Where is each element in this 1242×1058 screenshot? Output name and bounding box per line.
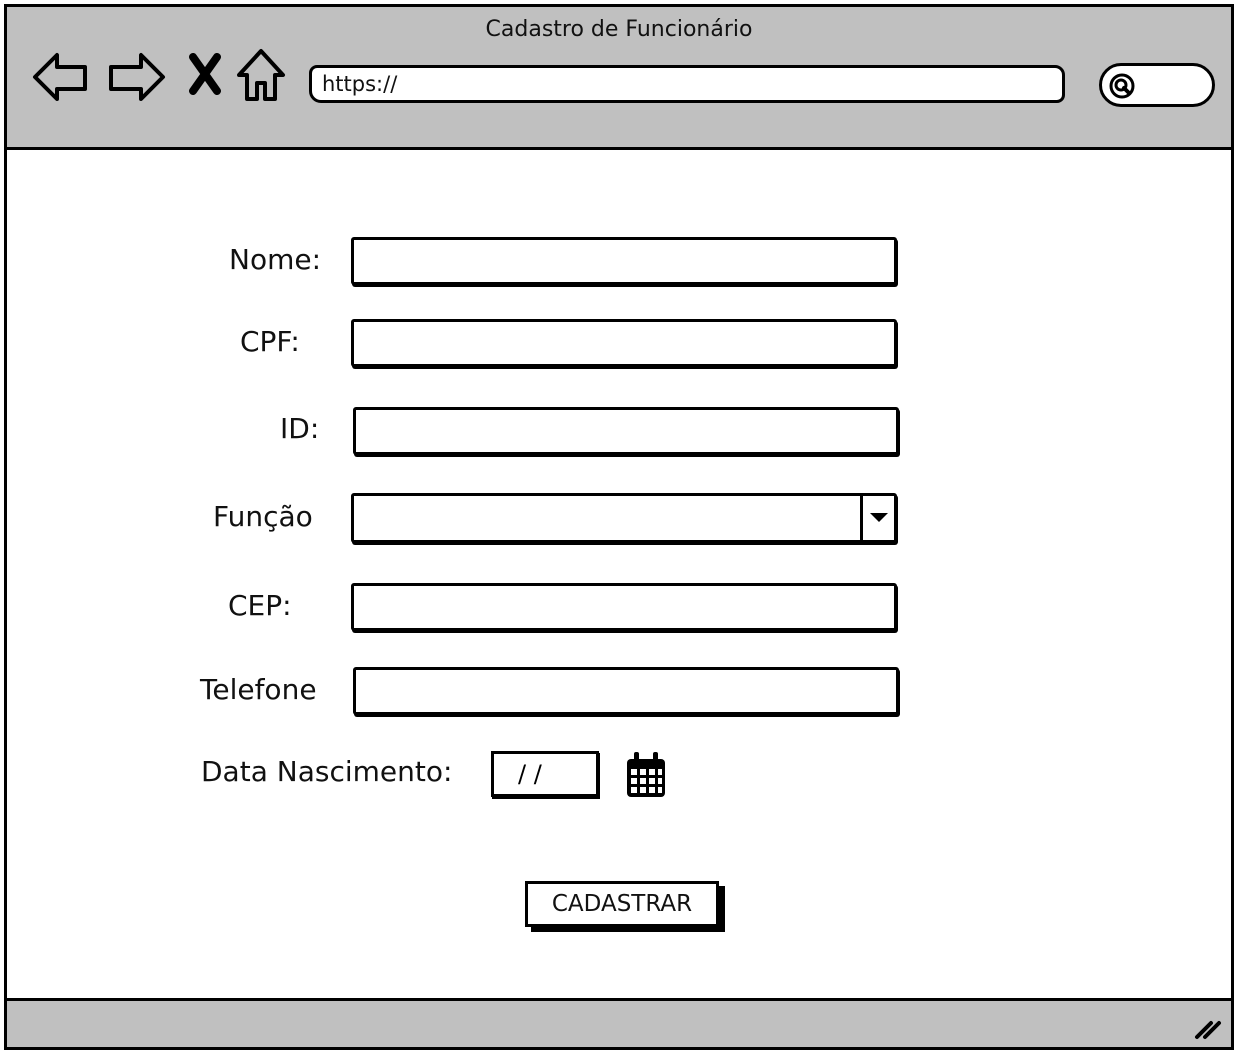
url-text: https:// — [322, 72, 398, 96]
search-icon — [1109, 73, 1135, 99]
id-label: ID: — [280, 412, 320, 445]
cep-input[interactable] — [351, 583, 897, 631]
forward-arrow-icon[interactable] — [105, 47, 167, 107]
birthdate-input[interactable]: / / — [491, 751, 599, 797]
telefone-input[interactable] — [353, 667, 899, 715]
home-icon[interactable] — [235, 47, 287, 103]
back-arrow-icon[interactable] — [31, 47, 93, 107]
calendar-icon[interactable] — [625, 751, 667, 799]
window-title: Cadastro de Funcionário — [485, 17, 753, 42]
cpf-label: CPF: — [240, 325, 300, 358]
cep-label: CEP: — [228, 589, 292, 622]
chevron-down-icon[interactable] — [860, 496, 894, 540]
cpf-input[interactable] — [351, 319, 897, 367]
funcao-select[interactable] — [351, 493, 897, 543]
cadastrar-button[interactable]: CADASTRAR — [525, 881, 719, 927]
nome-input[interactable] — [351, 237, 897, 285]
browser-titlebar: Cadastro de Funcionário https:// — [7, 7, 1231, 150]
id-input[interactable] — [353, 407, 899, 455]
status-bar — [7, 998, 1231, 1047]
search-box[interactable] — [1099, 63, 1215, 107]
nome-label: Nome: — [229, 243, 322, 276]
funcao-label: Função — [213, 500, 313, 533]
telefone-label: Telefone — [200, 673, 317, 706]
resize-grip-icon[interactable] — [1193, 1015, 1223, 1041]
birthdate-value: / / — [518, 760, 542, 788]
browser-window: Cadastro de Funcionário https:// Nome: C… — [4, 4, 1234, 1050]
url-bar[interactable]: https:// — [309, 65, 1065, 103]
birthdate-label: Data Nascimento: — [201, 755, 453, 788]
close-x-icon[interactable] — [187, 53, 223, 95]
